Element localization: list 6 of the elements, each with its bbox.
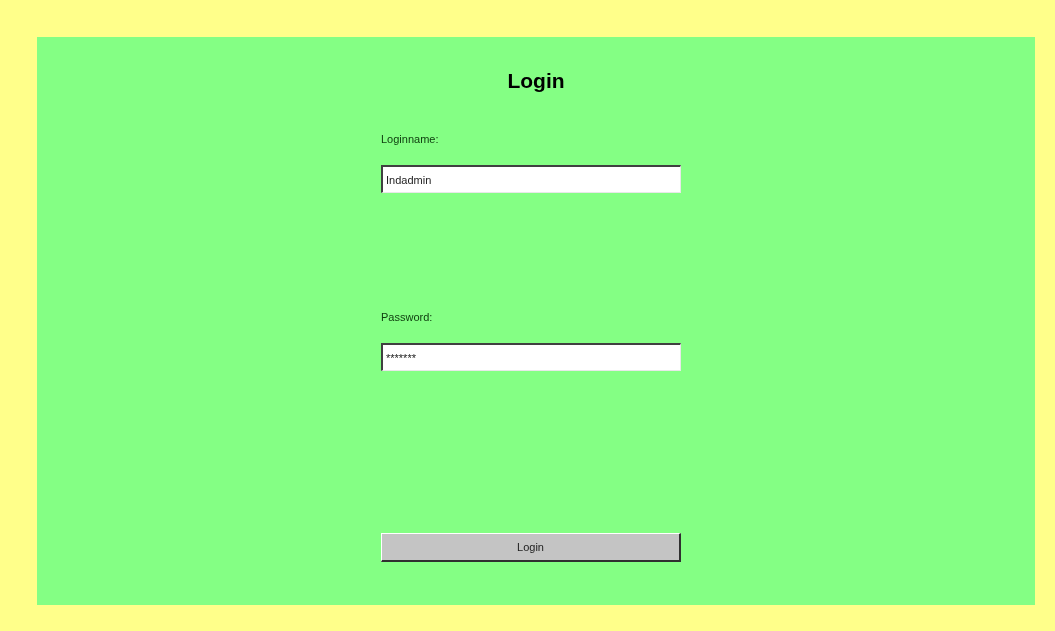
page-title: Login (507, 69, 565, 93)
field-label: Loginname: (381, 133, 440, 145)
login-button[interactable]: Login (381, 533, 681, 562)
field-label: Password: (381, 311, 434, 323)
input-field[interactable]: ******* (381, 343, 681, 371)
input-field[interactable]: Indadmin (381, 165, 681, 193)
